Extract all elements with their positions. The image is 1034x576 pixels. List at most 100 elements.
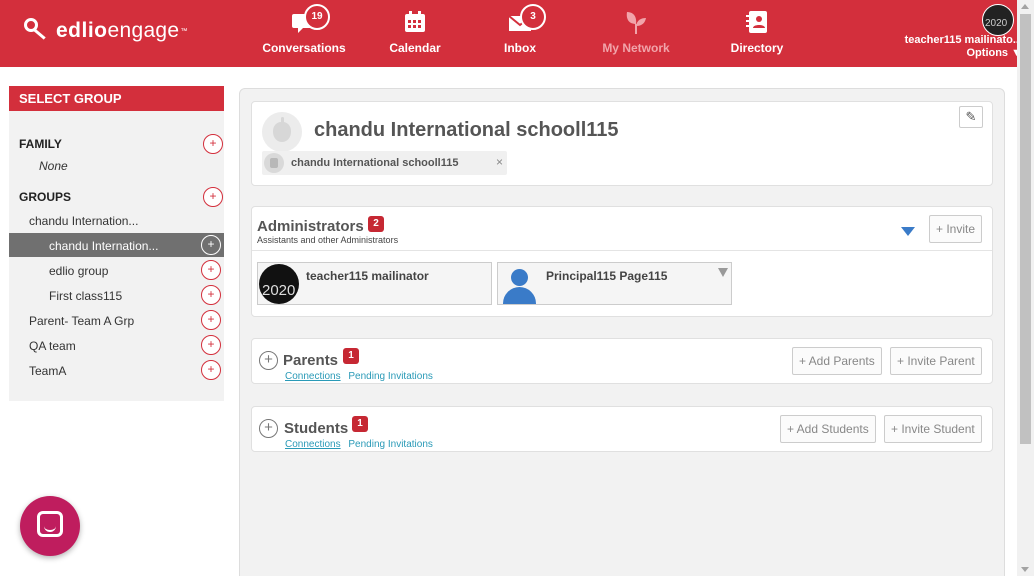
parents-pending-link[interactable]: Pending Invitations: [348, 371, 433, 382]
parents-title: Parents: [283, 352, 339, 369]
add-group-button[interactable]: +: [203, 187, 223, 207]
add-parents-button[interactable]: + Add Parents: [792, 347, 882, 375]
sidebar-item-label: First class115: [49, 289, 123, 303]
top-navigation-bar: edlio engage ™ 19 Conversations Calendar…: [0, 0, 1034, 67]
edit-pencil-icon[interactable]: ✎: [959, 106, 983, 128]
add-subgroup-button[interactable]: +: [201, 260, 221, 280]
add-subgroup-button[interactable]: +: [201, 235, 221, 255]
calendar-icon: [401, 8, 429, 36]
user-name: teacher115 mailinato...: [904, 34, 1022, 46]
user-silhouette-icon: [502, 264, 536, 304]
nav-my-network-label: My Network: [602, 41, 670, 55]
parents-card: + Parents 1 Connections Pending Invitati…: [251, 338, 993, 384]
group-sidebar: SELECT GROUP FAMILY + None GROUPS + chan…: [9, 86, 224, 401]
sidebar-item-chandu-international[interactable]: chandu Internation...: [9, 208, 224, 232]
scroll-down-arrow-icon[interactable]: [1021, 567, 1029, 572]
admin-member-card[interactable]: Principal115 Page115: [497, 262, 732, 305]
user-options-dropdown[interactable]: Options ▼: [967, 47, 1023, 59]
member-options-triangle-icon[interactable]: [718, 268, 728, 277]
students-pending-link[interactable]: Pending Invitations: [348, 439, 433, 450]
collapse-triangle-icon[interactable]: [901, 227, 915, 236]
nav-inbox[interactable]: 3 Inbox: [497, 4, 546, 60]
sidebar-item-first-class115[interactable]: First class115 +: [9, 283, 224, 307]
nav-directory[interactable]: Directory: [728, 8, 786, 60]
logo-text-light: engage: [107, 19, 180, 42]
administrators-card: Administrators 2 Assistants and other Ad…: [251, 206, 993, 317]
sidebar-family-empty: None: [9, 153, 224, 177]
sidebar-heading-family: FAMILY +: [9, 131, 224, 155]
member-photo-text: 2020: [262, 282, 296, 299]
nav-calendar-label: Calendar: [389, 41, 441, 55]
sidebar-item-label: edlio group: [49, 264, 109, 278]
administrators-header: Administrators 2 Assistants and other Ad…: [252, 207, 992, 251]
edlio-engage-logo[interactable]: edlio engage ™: [24, 18, 187, 44]
conversations-badge: 19: [304, 4, 330, 30]
logo-trademark: ™: [180, 27, 188, 35]
students-card: + Students 1 Connections Pending Invitat…: [251, 406, 993, 452]
scroll-up-arrow-icon[interactable]: [1021, 4, 1029, 9]
nav-directory-label: Directory: [730, 41, 784, 55]
nav-inbox-label: Inbox: [504, 41, 536, 55]
chat-widget-icon: [37, 511, 63, 537]
logo-text-bold: edlio: [56, 19, 108, 42]
invite-student-button[interactable]: + Invite Student: [884, 415, 982, 443]
sidebar-item-chandu-international-sub[interactable]: chandu Internation... +: [9, 233, 224, 257]
administrators-count-badge: 2: [368, 216, 384, 232]
expand-students-icon[interactable]: +: [259, 419, 278, 438]
students-connections-link[interactable]: Connections: [285, 439, 341, 450]
add-subgroup-button[interactable]: +: [201, 310, 221, 330]
invite-admin-button[interactable]: + Invite: [929, 215, 983, 243]
school-chip-label: chandu International schooll115: [291, 157, 459, 169]
sidebar-item-label: TeamA: [29, 364, 67, 378]
member-photo: 2020: [259, 264, 299, 304]
add-subgroup-button[interactable]: +: [201, 335, 221, 355]
students-count-badge: 1: [352, 416, 368, 432]
groups-heading: GROUPS: [19, 190, 72, 204]
leaf-icon: [622, 8, 650, 36]
school-logo: [262, 112, 302, 152]
bus-icon: [264, 153, 284, 173]
sidebar-heading-groups: GROUPS +: [9, 184, 224, 208]
add-students-button[interactable]: + Add Students: [780, 415, 876, 443]
sidebar-item-edlio-group[interactable]: edlio group +: [9, 258, 224, 282]
invite-parent-button[interactable]: + Invite Parent: [890, 347, 982, 375]
member-name: teacher115 mailinator: [306, 269, 429, 283]
user-avatar-text: 2020: [985, 18, 1008, 29]
add-family-button[interactable]: +: [203, 134, 223, 154]
administrators-subtitle: Assistants and other Administrators: [257, 235, 399, 245]
sidebar-item-label: Parent- Team A Grp: [29, 314, 135, 328]
directory-icon: [743, 8, 771, 36]
logo-mark-icon: [24, 18, 50, 44]
nav-conversations-label: Conversations: [262, 41, 346, 55]
nav-calendar[interactable]: Calendar: [385, 8, 445, 60]
sidebar-item-qa-team[interactable]: QA team +: [9, 333, 224, 357]
envelope-icon: 3: [506, 4, 546, 36]
sidebar-title: SELECT GROUP: [9, 86, 224, 111]
close-icon[interactable]: ×: [496, 155, 503, 169]
chat-widget-button[interactable]: [20, 496, 80, 556]
parents-connections-link[interactable]: Connections: [285, 371, 341, 382]
sidebar-item-teama[interactable]: TeamA +: [9, 358, 224, 382]
user-avatar[interactable]: 2020: [982, 4, 1014, 36]
sidebar-item-label: chandu Internation...: [29, 214, 139, 228]
sidebar-item-parent-team-a-grp[interactable]: Parent- Team A Grp +: [9, 308, 224, 332]
add-subgroup-button[interactable]: +: [201, 360, 221, 380]
parents-count-badge: 1: [343, 348, 359, 364]
nav-my-network[interactable]: My Network: [598, 8, 674, 60]
group-detail-panel: chandu International schooll115 ✎ chandu…: [239, 88, 1005, 576]
expand-parents-icon[interactable]: +: [259, 351, 278, 370]
nav-conversations[interactable]: 19 Conversations: [262, 4, 346, 60]
admin-member-card[interactable]: 2020 teacher115 mailinator: [257, 262, 492, 305]
inbox-badge: 3: [520, 4, 546, 30]
page-scrollbar[interactable]: [1017, 0, 1034, 576]
add-subgroup-button[interactable]: +: [201, 285, 221, 305]
students-title: Students: [284, 420, 349, 437]
chat-icon: 19: [290, 4, 330, 36]
sidebar-item-label: chandu Internation...: [49, 239, 159, 253]
school-header-card: chandu International schooll115 ✎ chandu…: [251, 101, 993, 186]
administrators-title: Administrators: [257, 218, 364, 235]
scroll-thumb[interactable]: [1020, 14, 1031, 444]
family-none-text: None: [39, 159, 68, 173]
family-heading: FAMILY: [19, 137, 62, 151]
school-title: chandu International schooll115: [314, 119, 619, 141]
